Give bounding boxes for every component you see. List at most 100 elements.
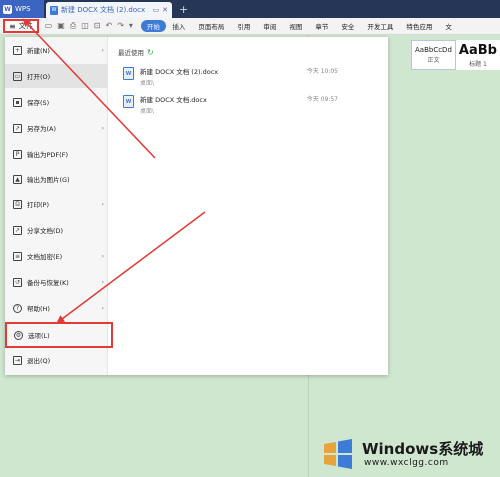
- file-menu-button[interactable]: ≡ 文件: [3, 19, 39, 33]
- file-menu-label: 文件: [18, 22, 33, 30]
- file-menu-item-label: 分享文档(D): [27, 227, 64, 235]
- image-icon: ▲: [13, 174, 22, 184]
- file-menu-item[interactable]: ▲ 输出为图片(G): [5, 167, 108, 191]
- save-icon: ▪: [13, 97, 22, 107]
- style-sample: AaBbCcDd: [415, 46, 452, 54]
- file-menu-item-label: 输出为图片(G): [27, 176, 70, 184]
- wps-logo-icon: W: [3, 4, 12, 14]
- printer-icon: ⎙: [13, 199, 22, 209]
- ribbon-tab[interactable]: 开发工具: [361, 21, 400, 31]
- file-menu-item[interactable]: P 输出为PDF(F): [5, 142, 108, 166]
- pdf-icon: P: [13, 149, 22, 159]
- file-menu-item-label: 打开(O): [27, 73, 51, 81]
- folder-icon: ▭: [13, 71, 22, 81]
- chevron-right-icon: ›: [101, 278, 104, 286]
- recent-file-location: 桌面\: [140, 80, 155, 87]
- recent-title: 最近使用: [118, 49, 144, 57]
- recent-file-row[interactable]: W 新建 DOCX 文档.docx 桌面\ 今天 09:57: [123, 94, 338, 116]
- recent-file-info: 新建 DOCX 文档.docx 桌面\: [140, 94, 301, 115]
- undo-icon[interactable]: ↶: [106, 21, 113, 31]
- style-name: 标题 1: [469, 60, 487, 68]
- file-menu-item[interactable]: ↗ 另存为(A) ›: [5, 116, 108, 140]
- new-tab-button[interactable]: +: [172, 0, 195, 18]
- lock-icon: ≡: [13, 251, 22, 261]
- new-doc-icon: +: [13, 45, 22, 55]
- recent-file-location: 桌面\: [140, 108, 155, 115]
- word-doc-icon: W: [50, 5, 58, 15]
- recent-file-info: 新建 DOCX 文档 (2).docx 桌面\: [140, 66, 301, 87]
- export-icon[interactable]: ⊡: [94, 21, 101, 31]
- ribbon-tab[interactable]: 审阅: [257, 21, 283, 31]
- file-menu-item[interactable]: + 新建(N) ›: [5, 38, 108, 62]
- quick-access-toolbar: ▭ ▣ ⎙ ◫ ⊡ ↶ ↷ ▾: [45, 21, 133, 31]
- ribbon-tabs: 开始 插入 页面布局 引用 审阅 视图 章节 安全 开发工具 特色应用文: [140, 20, 459, 32]
- ribbon-tab[interactable]: 页面布局: [192, 21, 231, 31]
- file-menu-item-label: 文档加密(E): [27, 253, 63, 261]
- file-menu-item[interactable]: ▭ 打开(O): [5, 64, 108, 88]
- title-bar: W WPS W 新建 DOCX 文档 (2).docx ▭ ✕ +: [0, 0, 500, 18]
- style-sample: AaBb: [458, 42, 497, 58]
- style-option[interactable]: AaBb 标题 1: [456, 40, 500, 70]
- file-menu-item-label: 新建(N): [27, 47, 50, 55]
- hamburger-icon: ≡: [9, 21, 16, 31]
- recent-file-time: 今天 09:57: [306, 96, 338, 103]
- ribbon-tab[interactable]: 章节: [309, 21, 335, 31]
- word-doc-icon: W: [123, 67, 134, 80]
- ribbon-tab[interactable]: 文: [439, 21, 459, 31]
- chevron-right-icon: ›: [101, 200, 104, 208]
- file-menu-item[interactable]: ↺ 备份与恢复(K) ›: [5, 270, 108, 294]
- chevron-right-icon: ›: [101, 304, 104, 312]
- ribbon-tab[interactable]: 特色应用: [400, 21, 439, 31]
- open-folder-icon[interactable]: ▭: [45, 21, 53, 31]
- preview-icon[interactable]: ◫: [81, 21, 89, 31]
- word-doc-icon: W: [123, 95, 134, 108]
- styles-gallery: AaBbCcDd正文AaBb标题 1Aa: [410, 40, 500, 70]
- file-menu-item-label: 帮助(H): [27, 305, 50, 313]
- recent-file-row[interactable]: W 新建 DOCX 文档 (2).docx 桌面\ 今天 10:05: [123, 66, 338, 88]
- ribbon-tab[interactable]: 引用: [231, 21, 257, 31]
- dropdown-icon[interactable]: ▾: [129, 21, 133, 31]
- recent-files-panel: 最近使用 ↻ W 新建 DOCX 文档 (2).docx 桌面\ 今天 10:05 W 新…: [108, 37, 388, 375]
- file-menu-item-label: 输出为PDF(F): [27, 151, 68, 159]
- file-menu-item[interactable]: ▪ 保存(S): [5, 90, 108, 114]
- recent-file-name: 新建 DOCX 文档 (2).docx: [140, 68, 219, 76]
- file-menu-item[interactable]: ? 帮助(H) ›: [5, 296, 108, 320]
- app-name: WPS: [15, 5, 31, 13]
- print-icon[interactable]: ⎙: [70, 21, 76, 31]
- save-as-icon: ↗: [13, 123, 22, 133]
- file-menu-panel: + 新建(N) › ▭ 打开(O) ▪ 保存(S) ↗ 另存为(A) › P 输出为PDF(F) ▲ 输出…: [5, 37, 388, 375]
- ribbon-tab[interactable]: 开始: [140, 20, 166, 32]
- recent-file-name: 新建 DOCX 文档.docx: [140, 96, 207, 104]
- file-menu-list: + 新建(N) › ▭ 打开(O) ▪ 保存(S) ↗ 另存为(A) › P 输出为PDF(F) ▲ 输出…: [5, 37, 113, 375]
- ribbon-tab[interactable]: 安全: [335, 21, 361, 31]
- document-tab-title: 新建 DOCX 文档 (2).docx: [61, 6, 146, 14]
- file-menu-item-label: 选项(L): [28, 332, 50, 340]
- gear-icon: ⚙: [14, 330, 23, 340]
- help-icon: ?: [13, 303, 22, 313]
- file-menu-item[interactable]: ⎙ 打印(P) ›: [5, 192, 108, 216]
- watermark-url: www.wxclgg.com: [364, 458, 449, 468]
- document-tab[interactable]: W 新建 DOCX 文档 (2).docx ▭ ✕: [46, 2, 172, 18]
- watermark-title: Windows系统城: [362, 440, 484, 458]
- refresh-icon[interactable]: ↻: [147, 48, 154, 57]
- tab-restore-icon[interactable]: ▭: [153, 6, 160, 14]
- style-option[interactable]: AaBbCcDd 正文: [411, 40, 456, 70]
- redo-icon[interactable]: ↷: [117, 21, 124, 31]
- ribbon-bar: ≡ 文件 ▭ ▣ ⎙ ◫ ⊡ ↶ ↷ ▾ 开始 插入 页面布局 引用 审阅 视图 章节 安全开…: [0, 18, 500, 35]
- file-menu-item[interactable]: ⇥ 退出(Q): [5, 348, 108, 372]
- file-menu-item[interactable]: ⚙ 选项(L): [5, 322, 113, 348]
- watermark: Windows系统城 www.wxclgg.com: [318, 432, 498, 477]
- file-menu-item-label: 备份与恢复(K): [27, 279, 69, 287]
- backup-icon: ↺: [13, 277, 22, 287]
- style-name: 正文: [427, 57, 440, 64]
- tab-close-icon[interactable]: ✕: [162, 6, 168, 14]
- save-icon[interactable]: ▣: [57, 21, 65, 31]
- share-icon: ↗: [13, 225, 22, 235]
- file-menu-item-label: 退出(Q): [27, 357, 51, 365]
- wps-app-button[interactable]: W WPS: [0, 0, 44, 18]
- ribbon-tab[interactable]: 视图: [283, 21, 309, 31]
- file-menu-item[interactable]: ↗ 分享文档(D): [5, 218, 108, 242]
- file-menu-item[interactable]: ≡ 文档加密(E) ›: [5, 244, 108, 268]
- file-menu-item-label: 保存(S): [27, 99, 50, 107]
- ribbon-tab[interactable]: 插入: [166, 21, 192, 31]
